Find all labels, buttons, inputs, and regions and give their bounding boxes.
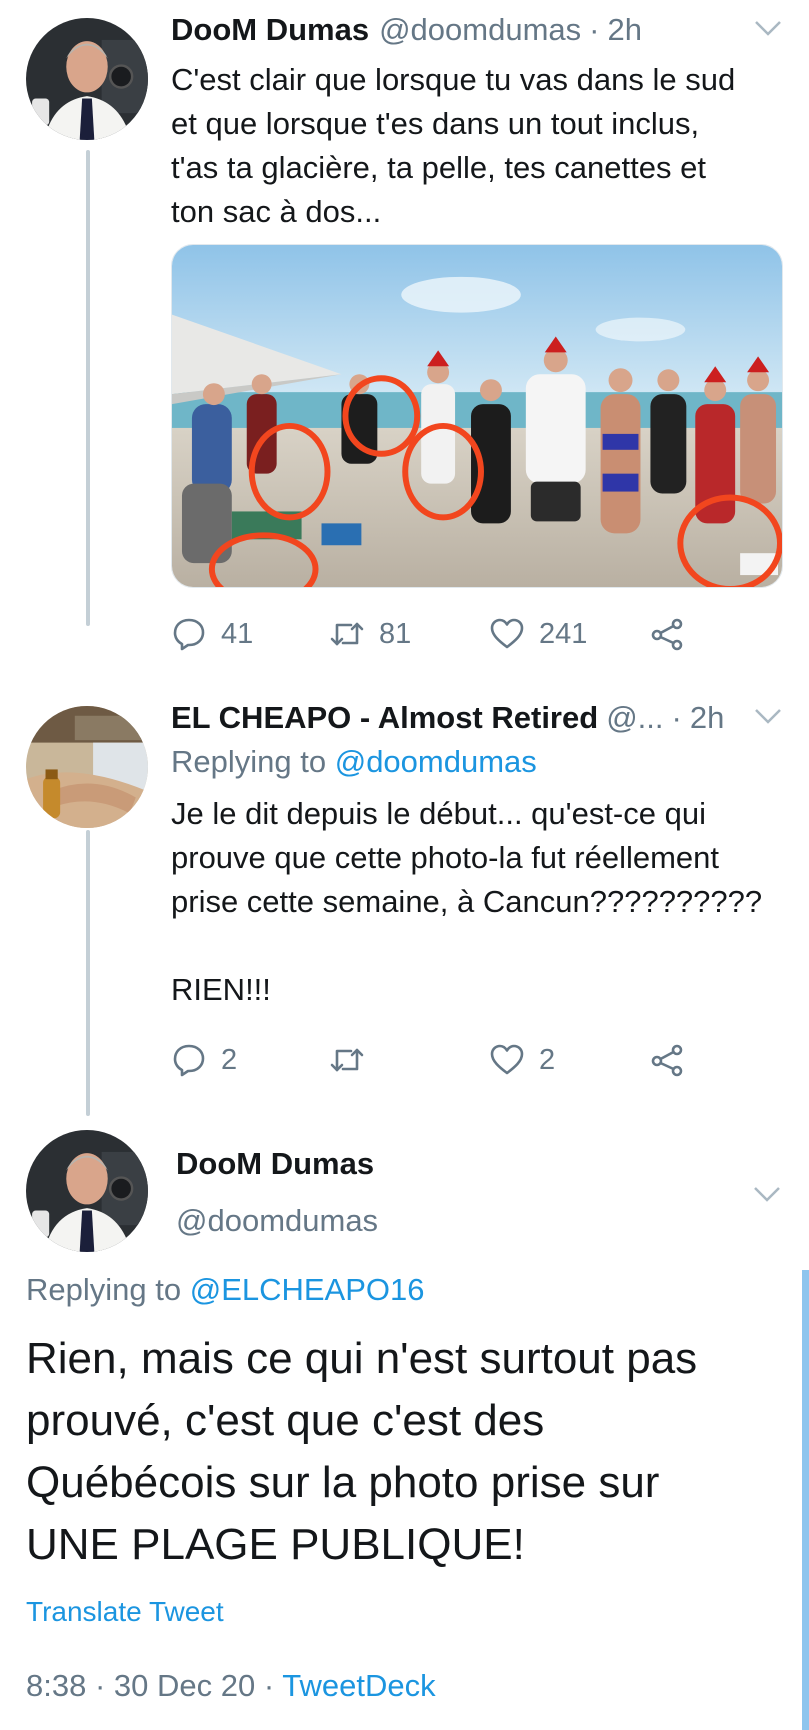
like-count: 2	[539, 1043, 556, 1076]
like-button[interactable]: 2	[489, 1042, 555, 1078]
tweet-text: Je le dit depuis le début... qu'est-ce q…	[171, 796, 763, 1007]
user-handle[interactable]: @...	[606, 698, 663, 738]
reply-count: 41	[221, 617, 254, 650]
tweet-2[interactable]: EL CHEAPO - Almost Retired @... · 2h Rep…	[171, 698, 783, 1012]
retweet-icon	[330, 1048, 364, 1072]
share-icon	[651, 1044, 683, 1077]
tweet-time: 8:38	[26, 1668, 87, 1703]
like-icon	[490, 618, 524, 649]
reply-icon	[173, 618, 205, 651]
tweet-meta: 8:38 · 30 Dec 20 · TweetDeck	[26, 1668, 436, 1703]
retweet-button[interactable]: 81	[329, 616, 411, 652]
timestamp[interactable]: 2h	[607, 10, 641, 50]
tweet-1[interactable]: DooM Dumas @doomdumas · 2h C'est clair q…	[171, 10, 783, 234]
chevron-down-icon[interactable]	[753, 16, 783, 40]
thread-line-middle	[86, 830, 90, 1116]
tweet-date: 30 Dec 20	[113, 1668, 256, 1703]
avatar[interactable]	[26, 1130, 148, 1252]
tweet-source-link[interactable]: TweetDeck	[282, 1668, 435, 1703]
like-button[interactable]: 241	[489, 616, 587, 652]
tweet-actions: 41 81 241	[171, 616, 691, 660]
avatar[interactable]	[26, 18, 148, 140]
like-icon	[490, 1044, 524, 1075]
display-name[interactable]: EL CHEAPO - Almost Retired	[171, 698, 598, 738]
share-icon	[651, 618, 683, 651]
translate-tweet-link[interactable]: Translate Tweet	[26, 1596, 224, 1628]
tweet-header: EL CHEAPO - Almost Retired @... · 2h	[171, 698, 783, 738]
replying-to: Replying to @doomdumas	[171, 744, 537, 779]
tweet-header: DooM Dumas @doomdumas · 2h	[171, 10, 783, 50]
share-button[interactable]	[649, 616, 699, 652]
replying-to: Replying to @ELCHEAPO16	[26, 1272, 425, 1307]
timestamp[interactable]: 2h	[690, 698, 724, 738]
thread-line-top	[86, 150, 90, 626]
scroll-indicator[interactable]	[802, 1270, 809, 1730]
tweet-actions: 2 2	[171, 1042, 691, 1086]
reply-count: 2	[221, 1043, 238, 1076]
chevron-down-icon[interactable]	[752, 1182, 782, 1206]
share-button[interactable]	[649, 1042, 699, 1078]
tweet-text: Rien, mais ce qui n'est surtout pas prou…	[26, 1334, 698, 1569]
separator: ·	[589, 12, 600, 47]
user-handle[interactable]: @doomdumas	[176, 1203, 378, 1239]
like-count: 241	[539, 617, 588, 650]
retweet-icon	[330, 622, 364, 646]
display-name[interactable]: DooM Dumas	[171, 10, 369, 50]
display-name[interactable]: DooM Dumas	[176, 1146, 374, 1182]
reply-mention-link[interactable]: @ELCHEAPO16	[190, 1272, 425, 1307]
tweet-text: C'est clair que lorsque tu vas dans le s…	[171, 62, 736, 229]
avatar[interactable]	[26, 706, 148, 828]
reply-button[interactable]: 2	[171, 1042, 237, 1078]
reply-icon	[173, 1044, 205, 1077]
separator: ·	[671, 700, 682, 735]
reply-button[interactable]: 41	[171, 616, 253, 652]
user-handle[interactable]: @doomdumas	[379, 10, 581, 50]
chevron-down-icon[interactable]	[753, 704, 783, 728]
retweet-button[interactable]	[329, 1042, 379, 1078]
retweet-count: 81	[379, 617, 412, 650]
reply-mention-link[interactable]: @doomdumas	[335, 744, 537, 779]
tweet-photo[interactable]	[171, 244, 783, 588]
